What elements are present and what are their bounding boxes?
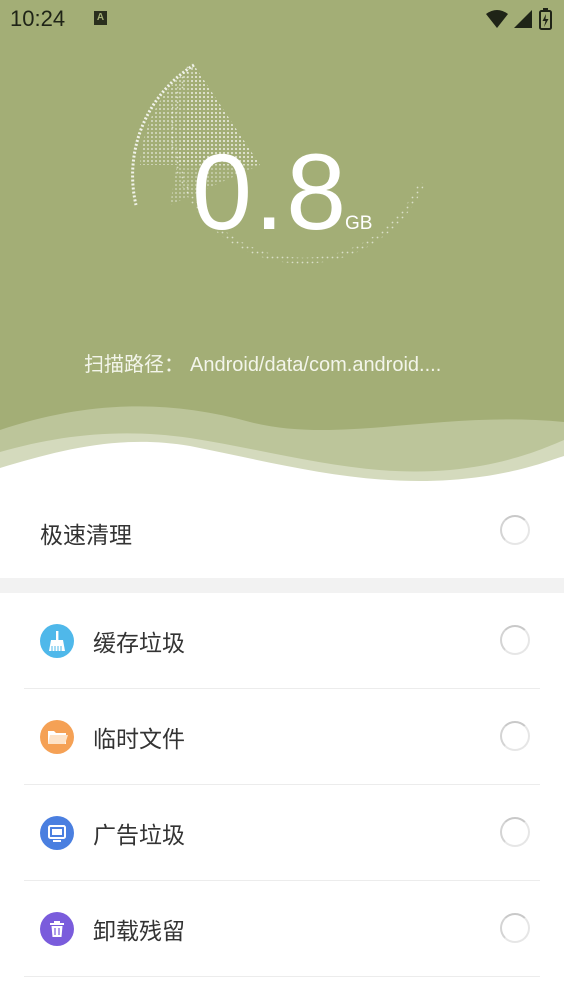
scan-path: 扫描路径： Android/data/com.android.... [84,348,441,377]
junk-size-value: 0.8 [192,131,349,252]
loading-spinner [500,913,530,943]
header-wave [0,406,564,482]
loading-spinner [500,625,530,655]
wifi-icon [486,10,508,28]
category-label: 缓存垃圾 [93,631,185,657]
junk-category-list: 缓存垃圾 临时文件 广告垃圾 卸载残留 [0,593,564,977]
scan-path-value: Android/data/com.android.... [190,354,442,376]
battery-icon [539,8,552,30]
status-bar: 10:24 A [0,0,564,40]
status-icons [484,8,554,32]
section-divider [0,578,564,593]
category-label: 临时文件 [93,727,185,753]
broom-icon [40,624,74,658]
monitor-icon [40,816,74,850]
quick-clean-spinner [500,515,530,545]
status-time: 10:24 [10,6,66,31]
junk-size-unit: GB [345,213,373,234]
scan-path-label: 扫描路径： [84,352,184,376]
loading-spinner [500,721,530,751]
notification-icon: A [94,11,107,25]
category-row-ad-junk[interactable]: 广告垃圾 [0,785,564,881]
quick-clean-label: 极速清理 [40,523,132,549]
loading-spinner [500,817,530,847]
category-row-cache[interactable]: 缓存垃圾 [0,593,564,689]
row-divider [24,976,540,977]
signal-icon [514,10,532,28]
category-label: 卸载残留 [93,919,185,945]
scan-header: 10:24 A 0.8 GB 扫描路径： Android/data/com.an… [0,0,564,482]
category-row-temp-files[interactable]: 临时文件 [0,689,564,785]
category-label: 广告垃圾 [93,823,185,849]
quick-clean-row[interactable]: 极速清理 [0,482,564,578]
folder-icon [40,720,74,754]
category-row-uninstall-residue[interactable]: 卸载残留 [0,881,564,977]
trash-icon [40,912,74,946]
